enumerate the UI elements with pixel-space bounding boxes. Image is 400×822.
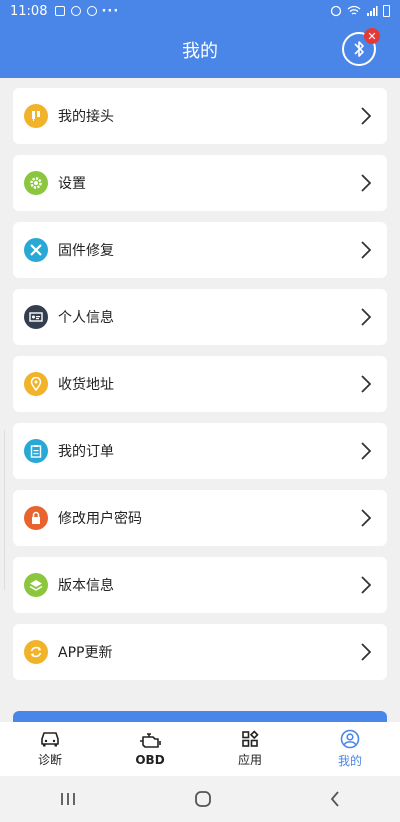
menu-item-label: 版本信息 xyxy=(58,578,114,594)
profile-icon xyxy=(340,729,360,749)
menu-item-label: 个人信息 xyxy=(58,310,114,326)
chevron-right-icon xyxy=(361,174,371,192)
app-notification-icon xyxy=(71,6,82,16)
status-time: 11:08 xyxy=(10,3,48,19)
signal-icon xyxy=(367,6,378,16)
tab-label: OBD xyxy=(135,752,165,767)
car-icon xyxy=(41,732,59,747)
menu-item-label: 我的接头 xyxy=(58,109,114,125)
menu-item-label: 设置 xyxy=(58,176,86,192)
id-card-icon xyxy=(24,305,48,329)
apps-icon xyxy=(242,730,259,747)
settings-icon xyxy=(24,171,48,195)
chevron-right-icon xyxy=(361,107,371,125)
wifi-icon xyxy=(347,5,361,15)
battery-icon xyxy=(383,5,390,17)
lock-icon xyxy=(24,506,48,530)
back-icon[interactable] xyxy=(329,790,341,808)
system-navigation-bar xyxy=(0,776,400,822)
recent-apps-icon[interactable] xyxy=(59,791,77,807)
more-notifications-icon: ··· xyxy=(101,3,120,19)
menu-item-change-password[interactable]: 修改用户密码 xyxy=(13,490,387,546)
page-title: 我的 xyxy=(182,41,218,62)
chevron-right-icon xyxy=(361,241,371,259)
refresh-icon xyxy=(24,640,48,664)
chevron-right-icon xyxy=(361,509,371,527)
notification-icons xyxy=(55,6,98,16)
menu-item-personal-info[interactable]: 个人信息 xyxy=(13,289,387,345)
menu-item-app-update[interactable]: APP更新 xyxy=(13,624,387,680)
bottom-tab-bar: 诊断 OBD 应用 我的 xyxy=(0,722,400,776)
disconnected-badge: ✕ xyxy=(364,28,380,44)
menu-item-connector[interactable]: 我的接头 xyxy=(13,88,387,144)
menu-item-label: 修改用户密码 xyxy=(58,511,142,527)
menu-item-label: 固件修复 xyxy=(58,243,114,259)
connector-icon xyxy=(24,104,48,128)
status-bar: 11:08 ··· xyxy=(0,0,400,22)
chevron-right-icon xyxy=(361,308,371,326)
menu-item-label: APP更新 xyxy=(58,645,113,661)
menu-item-version-info[interactable]: 版本信息 xyxy=(13,557,387,613)
tools-icon xyxy=(24,238,48,262)
tab-label: 诊断 xyxy=(37,753,62,767)
bluetooth-icon xyxy=(354,41,364,57)
menu-item-label: 收货地址 xyxy=(58,377,114,393)
menu-item-label: 我的订单 xyxy=(58,444,114,460)
menu-item-my-orders[interactable]: 我的订单 xyxy=(13,423,387,479)
image-notification-icon xyxy=(55,6,66,16)
status-right xyxy=(330,5,390,17)
edge-panel-handle[interactable] xyxy=(0,430,5,590)
engine-icon xyxy=(140,732,161,748)
chevron-right-icon xyxy=(361,375,371,393)
menu-item-firmware-repair[interactable]: 固件修复 xyxy=(13,222,387,278)
tab-label: 应用 xyxy=(237,753,262,767)
tab-apps[interactable]: 应用 xyxy=(200,722,300,776)
tab-diagnosis[interactable]: 诊断 xyxy=(0,722,100,776)
app-bar: 我的 ✕ xyxy=(0,22,400,78)
tab-mine[interactable]: 我的 xyxy=(300,722,400,776)
menu-list: 我的接头 设置 固件修复 个人信息 收货地址 我的订单 修改用户密码 版本信息 … xyxy=(13,88,387,691)
chevron-right-icon xyxy=(361,576,371,594)
blocked-notification-icon xyxy=(87,6,98,16)
chevron-right-icon xyxy=(361,442,371,460)
layers-icon xyxy=(24,573,48,597)
location-icon xyxy=(24,372,48,396)
menu-item-settings[interactable]: 设置 xyxy=(13,155,387,211)
chevron-right-icon xyxy=(361,643,371,661)
tab-label: 我的 xyxy=(337,754,362,768)
bluetooth-button[interactable]: ✕ xyxy=(342,28,380,66)
tab-obd[interactable]: OBD xyxy=(100,722,200,776)
alarm-icon xyxy=(330,5,342,17)
clipboard-icon xyxy=(24,439,48,463)
menu-item-shipping-address[interactable]: 收货地址 xyxy=(13,356,387,412)
home-icon[interactable] xyxy=(194,790,212,808)
